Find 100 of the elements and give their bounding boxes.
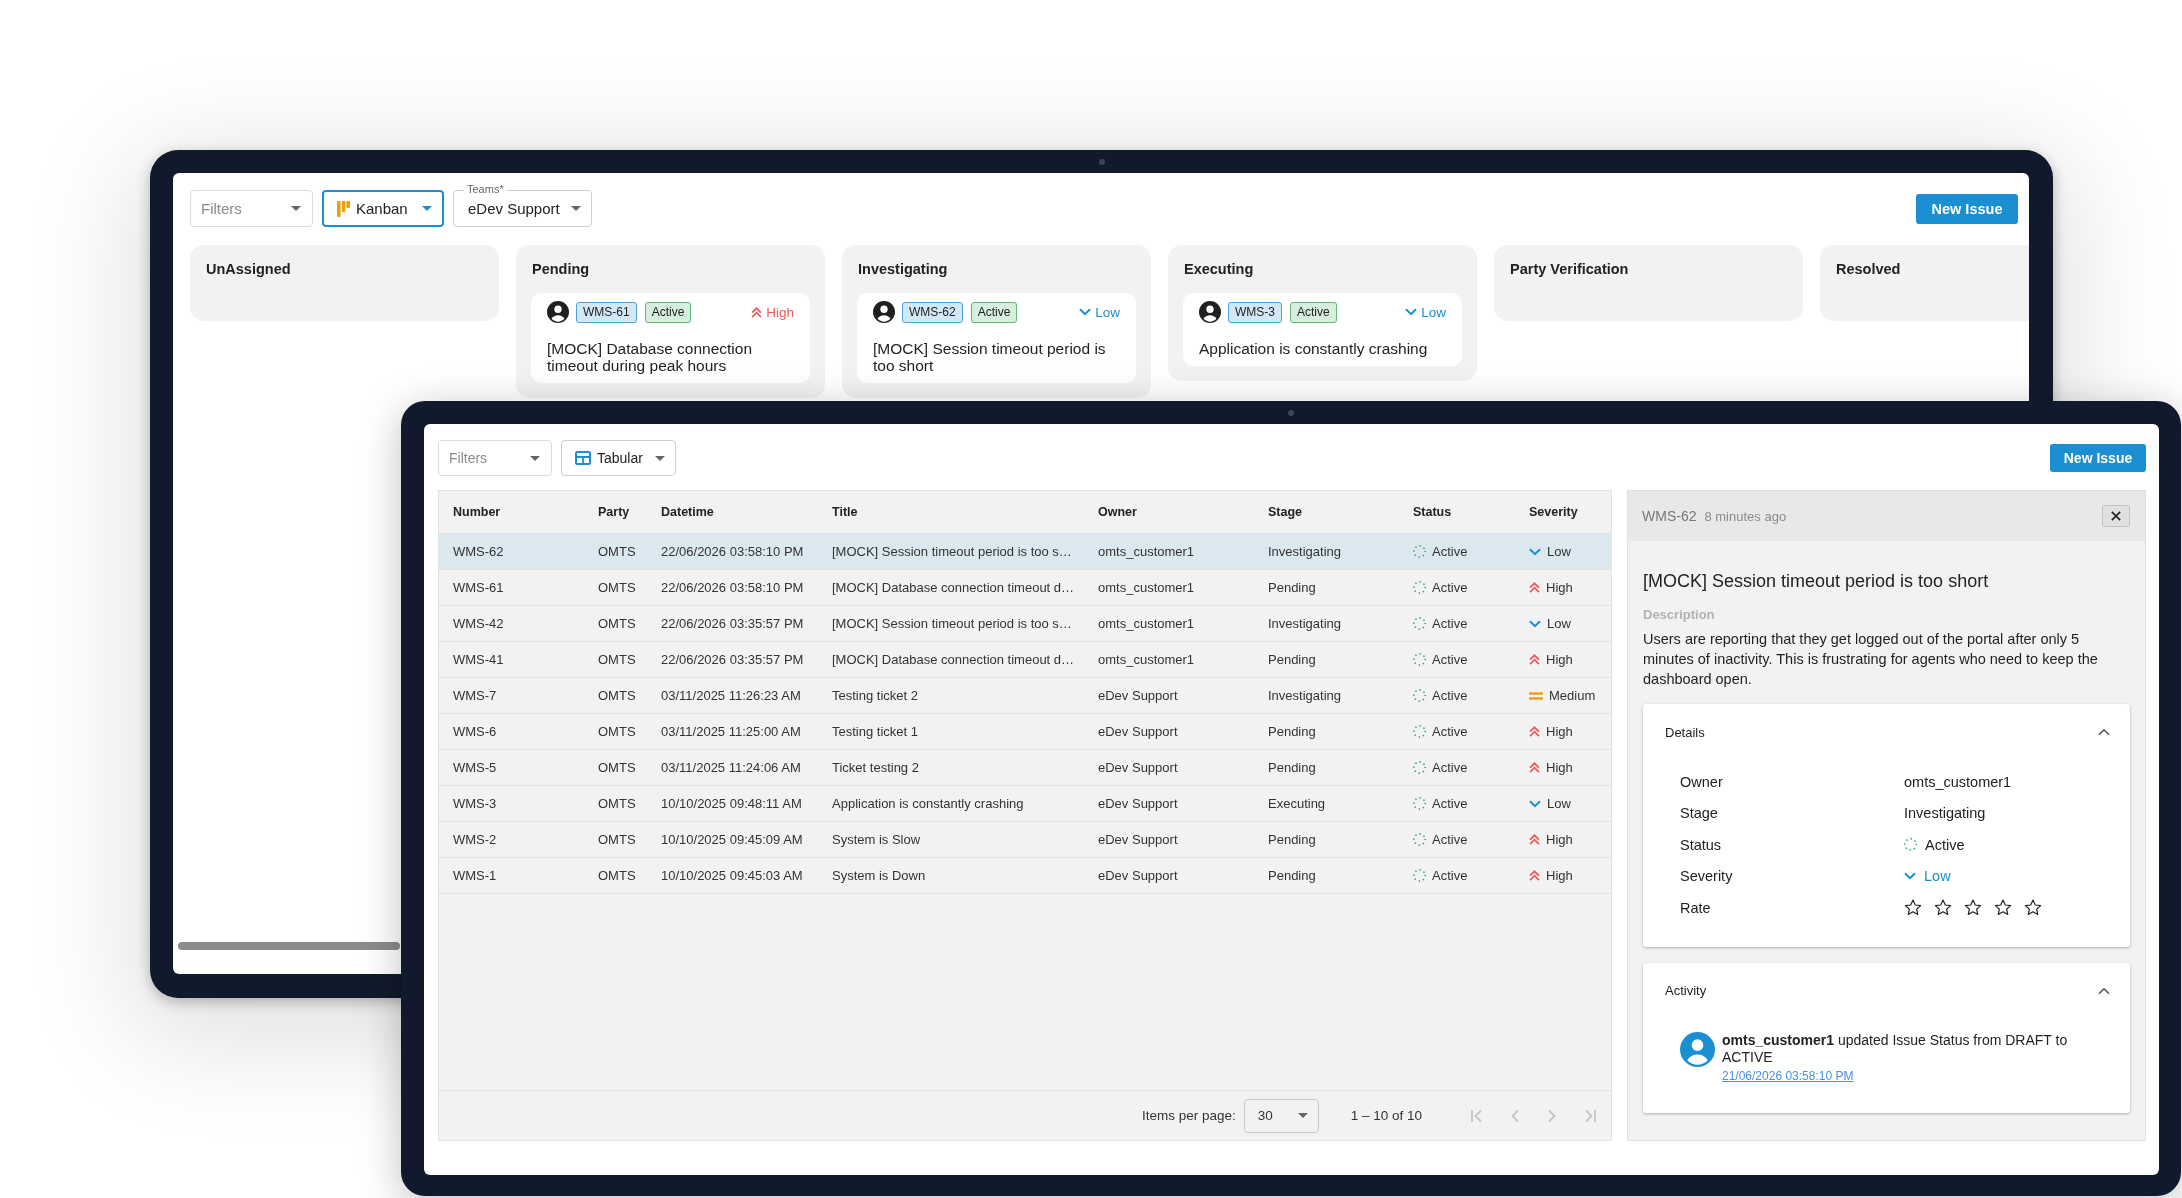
star-icon[interactable] bbox=[1964, 899, 1982, 917]
table-cell: Investigating bbox=[1254, 605, 1399, 642]
caret-down-icon bbox=[1297, 1113, 1308, 1118]
status-label: Active bbox=[1432, 580, 1468, 595]
table-cell: eDev Support bbox=[1084, 821, 1254, 858]
detail-value: Investigating bbox=[1904, 805, 1986, 822]
column-header[interactable]: Severity bbox=[1515, 491, 1611, 534]
table-row[interactable]: WMS-3 OMTS 10/10/2025 09:48:11 AM Application is constantly crashing eDev Support Executing Active Low bbox=[439, 785, 1611, 822]
caret-down-icon bbox=[655, 455, 665, 461]
chevron-up-icon[interactable] bbox=[2098, 728, 2110, 736]
user-avatar-icon bbox=[873, 301, 895, 323]
table-cell: Pending bbox=[1254, 713, 1399, 750]
table-cell: OMTS bbox=[584, 533, 647, 570]
table-cell: 03/11/2025 11:24:06 AM bbox=[647, 749, 818, 786]
star-rating[interactable] bbox=[1904, 899, 2042, 917]
star-icon[interactable] bbox=[1994, 899, 2012, 917]
view-dropdown[interactable]: Tabular bbox=[561, 440, 676, 476]
new-issue-button[interactable]: New Issue bbox=[2050, 444, 2146, 472]
table-row[interactable]: WMS-1 OMTS 10/10/2025 09:45:03 AM System is Down eDev Support Pending Active High bbox=[439, 857, 1611, 894]
table-row[interactable]: WMS-5 OMTS 03/11/2025 11:24:06 AM Ticket testing 2 eDev Support Pending Active High bbox=[439, 749, 1611, 786]
column-header[interactable]: Party bbox=[584, 491, 647, 534]
user-avatar-icon bbox=[1680, 1031, 1715, 1067]
table-cell: OMTS bbox=[584, 857, 647, 894]
column-title: Resolved bbox=[1835, 260, 1901, 278]
star-icon[interactable] bbox=[2024, 899, 2042, 917]
severity-label: Low bbox=[1547, 616, 1571, 631]
close-button[interactable] bbox=[2102, 505, 2130, 527]
chevron-down-icon bbox=[1529, 799, 1541, 808]
column-header[interactable]: Title bbox=[818, 491, 1084, 534]
table-row[interactable]: WMS-7 OMTS 03/11/2025 11:26:23 AM Testing ticket 2 eDev Support Investigating Active Medium bbox=[439, 677, 1611, 714]
column-header[interactable]: Datetime bbox=[647, 491, 818, 534]
table-row[interactable]: WMS-2 OMTS 10/10/2025 09:45:09 AM System is Slow eDev Support Pending Active High bbox=[439, 821, 1611, 858]
dotted-circle-icon bbox=[1413, 689, 1426, 702]
new-issue-button[interactable]: New Issue bbox=[1916, 193, 2018, 224]
table-cell: OMTS bbox=[584, 605, 647, 642]
column-title: Executing bbox=[1183, 260, 1254, 278]
chevron-up-icon[interactable] bbox=[2098, 986, 2110, 995]
issue-title: Application is constantly crashing bbox=[1199, 340, 1429, 357]
table-cell: Testing ticket 1 bbox=[818, 713, 1084, 750]
table-cell: WMS-1 bbox=[439, 857, 584, 894]
double-chevron-up-icon bbox=[751, 306, 763, 318]
caret-down-icon bbox=[530, 455, 540, 461]
camera-icon bbox=[1098, 159, 1105, 165]
table-cell: Pending bbox=[1254, 857, 1399, 894]
table-icon bbox=[575, 451, 591, 465]
columns-icon bbox=[337, 200, 350, 217]
column-header[interactable]: Stage bbox=[1254, 491, 1399, 534]
status-tag: Active bbox=[644, 301, 692, 323]
status-tag: Active bbox=[970, 301, 1018, 323]
column-header[interactable]: Number bbox=[439, 491, 584, 534]
column-title: Party Verification bbox=[1509, 260, 1629, 278]
status-label: Active bbox=[1432, 652, 1468, 667]
status-label: Active bbox=[1925, 836, 1965, 853]
caret-down-icon bbox=[291, 206, 301, 211]
issue-card[interactable]: WMS-3 Active Low Application is constantly crashing bbox=[1183, 293, 1462, 366]
table-row[interactable]: WMS-41 OMTS 22/06/2026 03:35:57 PM [MOCK] Database connection timeout d… omts_customer1 Pending Active High bbox=[439, 641, 1611, 678]
double-chevron-up-icon bbox=[1529, 834, 1540, 845]
column-title: Pending bbox=[531, 260, 590, 278]
issue-card[interactable]: WMS-61 Active High [MOCK] Database connection timeout during peak hours bbox=[531, 293, 810, 383]
detail-label: Owner bbox=[1680, 773, 1723, 790]
table-row[interactable]: WMS-42 OMTS 22/06/2026 03:35:57 PM [MOCK] Session timeout period is too s… omts_customer1 Investigating Active Low bbox=[439, 605, 1611, 642]
status-label: Active bbox=[1432, 868, 1468, 883]
dotted-circle-icon bbox=[1413, 869, 1426, 882]
table-cell: eDev Support bbox=[1084, 857, 1254, 894]
table-cell: Pending bbox=[1254, 641, 1399, 678]
table-cell: System is Slow bbox=[818, 821, 1084, 858]
table-cell: 03/11/2025 11:26:23 AM bbox=[647, 677, 818, 714]
severity-label: High bbox=[1546, 832, 1573, 847]
table-cell: 03/11/2025 11:25:00 AM bbox=[647, 713, 818, 750]
filters-dropdown[interactable]: Filters bbox=[438, 440, 552, 476]
scrollbar-thumb[interactable] bbox=[178, 942, 400, 950]
issue-number-tag: WMS-61 bbox=[576, 301, 637, 323]
table-cell: eDev Support bbox=[1084, 749, 1254, 786]
camera-icon bbox=[1288, 410, 1294, 416]
severity-label: High bbox=[1546, 652, 1573, 667]
column-header[interactable]: Status bbox=[1399, 491, 1515, 534]
table-row[interactable]: WMS-62 OMTS 22/06/2026 03:58:10 PM [MOCK] Session timeout period is too s… omts_customer1 Investigating Active Low bbox=[439, 533, 1611, 570]
view-dropdown[interactable]: Kanban bbox=[322, 190, 444, 227]
column-title: Investigating bbox=[857, 260, 948, 278]
issue-card[interactable]: WMS-62 Active Low [MOCK] Session timeout period is too short bbox=[857, 293, 1136, 383]
chevron-down-icon bbox=[1529, 619, 1541, 628]
detail-label: Status bbox=[1680, 836, 1722, 853]
table-cell: 22/06/2026 03:58:10 PM bbox=[647, 569, 818, 606]
dotted-circle-icon bbox=[1904, 838, 1917, 852]
table-row[interactable]: WMS-6 OMTS 03/11/2025 11:25:00 AM Testing ticket 1 eDev Support Pending Active High bbox=[439, 713, 1611, 750]
chevron-down-icon bbox=[1079, 308, 1092, 316]
star-icon[interactable] bbox=[1934, 899, 1952, 917]
table-cell: OMTS bbox=[584, 821, 647, 858]
table-cell: 10/10/2025 09:48:11 AM bbox=[647, 785, 818, 822]
filters-dropdown[interactable]: Filters bbox=[190, 190, 313, 227]
table-cell: WMS-42 bbox=[439, 605, 584, 642]
table-cell: WMS-2 bbox=[439, 821, 584, 858]
issue-title: [MOCK] Session timeout period is too short bbox=[1643, 570, 1990, 592]
column-header[interactable]: Owner bbox=[1084, 491, 1254, 534]
double-chevron-up-icon bbox=[1529, 726, 1540, 737]
page-size-dropdown[interactable]: 30 bbox=[1243, 1098, 1319, 1133]
table-row[interactable]: WMS-61 OMTS 22/06/2026 03:58:10 PM [MOCK] Database connection timeout d… omts_customer1 Pending Active High bbox=[439, 569, 1611, 606]
caret-down-icon bbox=[422, 206, 432, 211]
star-icon[interactable] bbox=[1904, 899, 1922, 917]
dotted-circle-icon bbox=[1413, 653, 1426, 666]
